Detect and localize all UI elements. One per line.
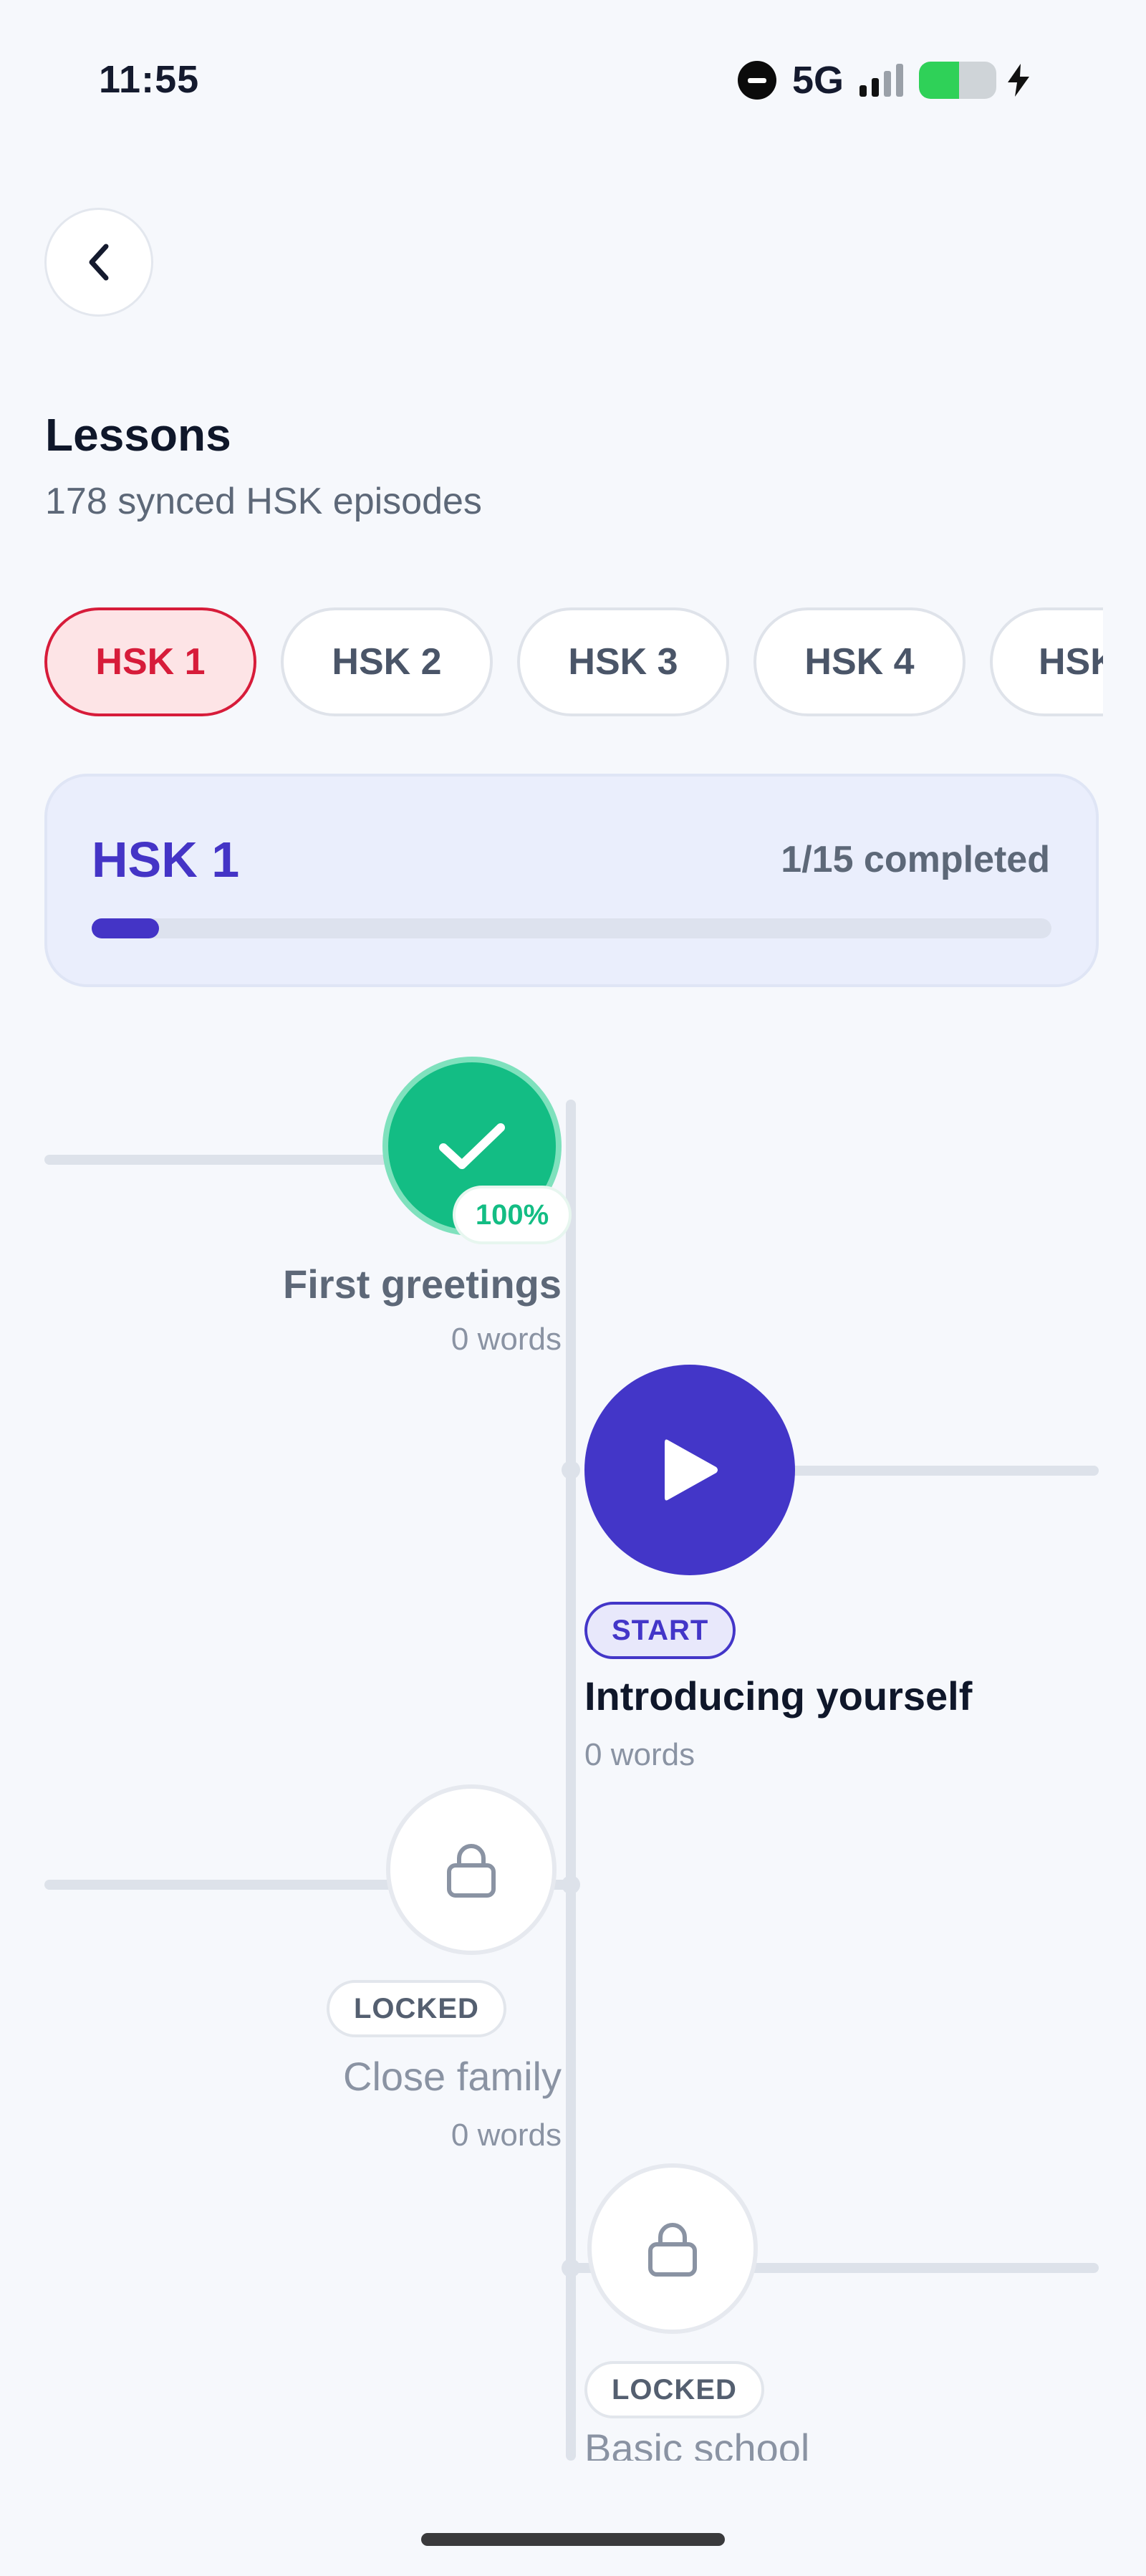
tab-hsk-5[interactable]: HSK 5	[990, 607, 1103, 716]
battery-icon	[919, 62, 997, 99]
lesson-title-clip: Basic school	[584, 2425, 943, 2461]
lesson-title[interactable]: Introducing yourself	[584, 1673, 972, 1719]
lesson-word-count: 0 words	[451, 2118, 562, 2153]
progress-level: HSK 1	[92, 832, 240, 888]
start-badge[interactable]: START	[584, 1602, 736, 1659]
tab-hsk-4[interactable]: HSK 4	[753, 607, 966, 716]
lesson-word-count: 0 words	[451, 1322, 562, 1357]
status-time: 11:55	[99, 58, 200, 101]
lock-icon	[648, 2223, 697, 2277]
completion-badge: 100%	[453, 1186, 572, 1244]
status-icons: 5G	[738, 59, 1031, 102]
path-dot	[562, 1461, 580, 1479]
lesson-title[interactable]: Basic school	[584, 2425, 943, 2461]
lesson-word-count: 0 words	[584, 1737, 695, 1772]
home-indicator[interactable]	[421, 2533, 725, 2546]
lesson-node-locked[interactable]	[587, 2163, 758, 2334]
progress-bar-fill	[92, 918, 159, 938]
lesson-node-locked[interactable]	[386, 1784, 557, 1955]
path-branch	[788, 1466, 1099, 1476]
page-title: Lessons	[45, 409, 231, 461]
progress-bar	[92, 918, 1051, 938]
path-line	[566, 1100, 576, 2461]
page-subtitle: 178 synced HSK episodes	[45, 481, 482, 522]
lesson-title[interactable]: First greetings	[283, 1261, 562, 1307]
play-icon	[665, 1439, 718, 1501]
tab-hsk-2[interactable]: HSK 2	[281, 607, 493, 716]
path-branch	[44, 1155, 388, 1165]
chevron-left-icon	[89, 244, 109, 281]
tab-hsk-1[interactable]: HSK 1	[44, 607, 256, 716]
path-dot	[562, 2259, 580, 2277]
network-type: 5G	[792, 59, 844, 102]
path-dot	[562, 1875, 580, 1894]
level-tabs: HSK 1 HSK 2 HSK 3 HSK 4 HSK 5	[44, 607, 1103, 716]
lock-icon	[447, 1844, 496, 1898]
charging-bolt-icon	[1008, 64, 1030, 97]
lesson-node-current[interactable]	[584, 1365, 795, 1575]
do-not-disturb-icon	[738, 61, 776, 100]
back-button[interactable]	[44, 208, 153, 317]
check-icon	[439, 1123, 505, 1169]
locked-badge: LOCKED	[584, 2361, 764, 2418]
lesson-title[interactable]: Close family	[343, 2053, 562, 2100]
tab-hsk-3[interactable]: HSK 3	[517, 607, 729, 716]
progress-count: 1/15 completed	[781, 839, 1050, 880]
locked-badge: LOCKED	[327, 1980, 506, 2037]
signal-icon	[860, 64, 904, 97]
